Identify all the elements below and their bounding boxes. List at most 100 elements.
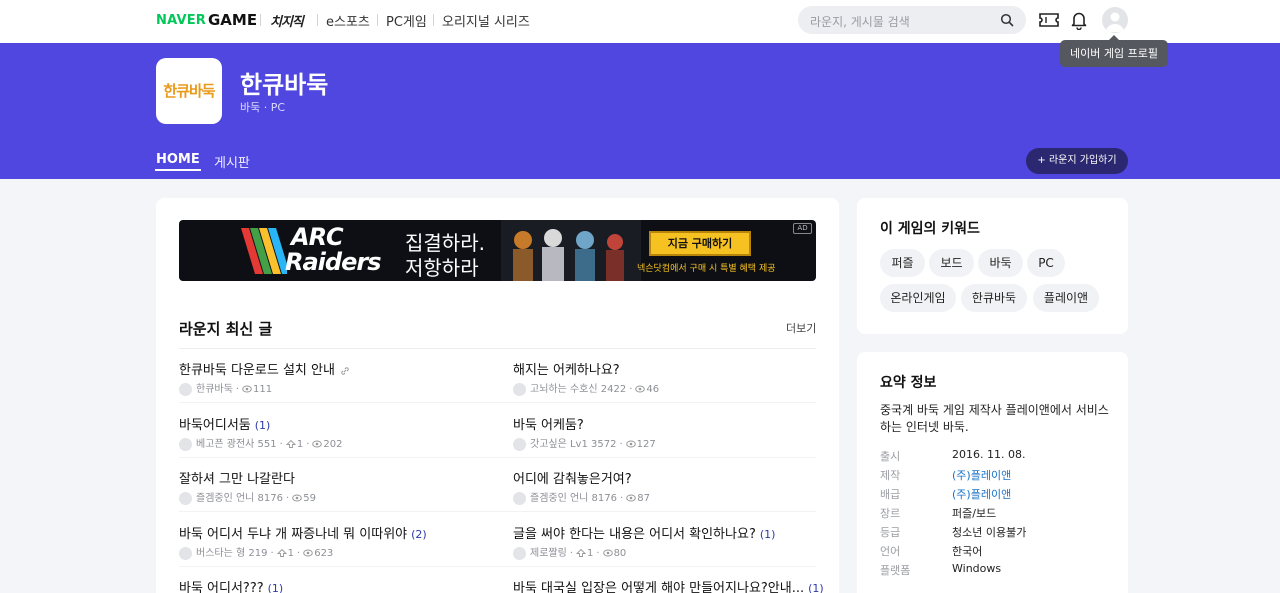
post-title[interactable]: 한큐바둑 다운로드 설치 안내 [179, 363, 335, 378]
post-title[interactable]: 바둑 어디서??? [179, 581, 264, 593]
author-avatar [513, 546, 526, 560]
keyword-chip[interactable]: PC [1027, 249, 1065, 277]
info-key: 배급 [880, 488, 901, 501]
profile-tooltip: 네이버 게임 프로필 [1060, 35, 1168, 67]
keyword-chip[interactable]: 플레이앤 [1033, 284, 1099, 312]
comment-count: (1) [808, 582, 824, 593]
tab-board[interactable]: 게시판 [214, 152, 250, 171]
summary-card: 요약 정보 중국계 바둑 게임 제작사 플레이앤에서 서비스하는 인터넷 바둑.… [857, 352, 1128, 593]
game-subtitle: 바둑 · PC [240, 101, 286, 114]
info-key: 플랫폼 [880, 564, 911, 577]
post-views: 46 [646, 384, 660, 395]
post-item[interactable]: 바둑 대국실 입장은 어떻게 해야 만들어지나요?안내... (1) [513, 577, 824, 593]
info-key: 출시 [880, 450, 901, 463]
author-avatar [179, 491, 192, 505]
keyword-chip[interactable]: 퍼즐 [880, 249, 925, 277]
top-navigation: NAVER GAME 치지직 e스포츠 PC게임 오리지널 시리즈 라운지, 게… [0, 0, 1280, 43]
ticket-icon[interactable] [1038, 11, 1060, 29]
ad-note: 넥슨닷컴에서 구매 시 특별 혜택 제공 [637, 264, 776, 274]
nav-item-chzzk[interactable]: 치지직 [270, 11, 304, 30]
views-icon [635, 385, 646, 393]
info-value: 청소년 이용불가 [952, 526, 1027, 539]
post-item[interactable]: 어디에 감춰놓은거여? 즐겜중인 언니 8176 · 87 [513, 468, 823, 505]
naver-logo[interactable]: NAVER [156, 13, 206, 28]
ad-banner[interactable]: ARC Raiders 집결하라. 저항하라 지금 구매하기 넥슨닷컴에서 구매… [179, 220, 816, 281]
more-link[interactable]: 더보기 [786, 320, 816, 336]
post-author: 고뇌하는 수호신 2422 [530, 384, 627, 395]
post-views: 59 [303, 493, 316, 504]
game-logo[interactable]: GAME [208, 11, 257, 29]
post-views: 80 [613, 548, 627, 559]
post-likes: 1 [296, 439, 304, 450]
ad-badge: AD [793, 223, 812, 234]
comment-count: (1) [759, 528, 776, 541]
search-icon[interactable] [1000, 13, 1014, 27]
link-icon [341, 366, 349, 375]
section-divider [179, 348, 816, 349]
keyword-chip[interactable]: 보드 [929, 249, 974, 277]
profile-avatar[interactable] [1102, 7, 1128, 33]
post-item[interactable]: 잘하셔 그만 나갈란다 즐겜중인 언니 8176 · 59 [179, 468, 489, 505]
join-lounge-button[interactable]: + 라운지 가입하기 [1026, 148, 1128, 174]
comment-count: (1) [267, 582, 284, 593]
comment-count: (1) [254, 419, 271, 432]
post-item[interactable]: 한큐바둑 다운로드 설치 안내 한큐바둑 · 111 [179, 359, 489, 396]
post-author: 베고픈 광전사 551 [196, 439, 277, 450]
nav-item-original-series[interactable]: 오리지널 시리즈 [442, 11, 530, 30]
post-title[interactable]: 바둑 어케둠? [513, 418, 584, 433]
post-author: 갓고싶은 Lv1 3572 [530, 439, 617, 450]
post-title[interactable]: 바둑 어디서 두냐 개 짜증나네 뭐 이따위야 [179, 527, 407, 542]
views-icon [625, 440, 636, 448]
post-title[interactable]: 글을 써야 한다는 내용은 어디서 확인하나요? [513, 527, 756, 542]
views-icon [303, 549, 314, 557]
views-icon [602, 549, 613, 557]
nav-divider [260, 14, 261, 26]
views-icon [626, 494, 637, 502]
ad-buy-button[interactable]: 지금 구매하기 [649, 231, 751, 256]
post-item[interactable]: 바둑어디서둠 (1) 베고픈 광전사 551 · 1 · 202 [179, 414, 489, 451]
info-value: 한국어 [952, 545, 983, 558]
nav-item-esports[interactable]: e스포츠 [326, 11, 370, 30]
publisher-link[interactable]: (주)플레이앤 [952, 486, 1011, 502]
keywords-card: 이 게임의 키워드 퍼즐 보드 바둑 PC 온라인게임 한큐바둑 플레이앤 [857, 198, 1128, 334]
game-title: 한큐바둑 [240, 71, 329, 99]
post-title[interactable]: 바둑 대국실 입장은 어떻게 해야 만들어지나요?안내... [513, 581, 804, 593]
user-icon [1106, 12, 1124, 32]
post-item[interactable]: 글을 써야 한다는 내용은 어디서 확인하나요? (1) 제로짤링 · 1 · 80 [513, 523, 823, 560]
post-views: 87 [637, 493, 650, 504]
post-title[interactable]: 해지는 어케하나요? [513, 363, 620, 378]
post-author: 즐겜중인 언니 8176 [530, 493, 618, 504]
post-author: 한큐바둑 [196, 384, 233, 395]
post-author: 즐겜중인 언니 8176 [196, 493, 284, 504]
keyword-chip[interactable]: 온라인게임 [880, 284, 956, 312]
summary-description: 중국계 바둑 게임 제작사 플레이앤에서 서비스하는 인터넷 바둑. [880, 403, 1109, 434]
search-box[interactable]: 라운지, 게시물 검색 [798, 6, 1026, 34]
post-views: 111 [253, 384, 273, 395]
ad-character-art [501, 220, 641, 281]
post-item[interactable]: 바둑 어디서 두냐 개 짜증나네 뭐 이따위야 (2) 버스타는 형 219 · 1 ·… [179, 523, 489, 560]
row-divider [179, 457, 816, 458]
post-title[interactable]: 어디에 감춰놓은거여? [513, 472, 632, 487]
post-author: 버스타는 형 219 [196, 548, 268, 559]
post-item[interactable]: 바둑 어디서??? (1) [179, 577, 489, 593]
post-item[interactable]: 바둑 어케둠? 갓고싶은 Lv1 3572 · 127 [513, 414, 823, 451]
search-input[interactable]: 라운지, 게시물 검색 [810, 13, 910, 30]
author-avatar [513, 382, 526, 396]
keyword-chip[interactable]: 바둑 [978, 249, 1023, 277]
tab-home[interactable]: HOME [155, 152, 201, 171]
post-likes: 1 [587, 548, 594, 559]
post-title[interactable]: 잘하셔 그만 나갈란다 [179, 472, 295, 487]
post-views: 623 [314, 548, 334, 559]
developer-link[interactable]: (주)플레이앤 [952, 467, 1011, 483]
nav-divider [433, 14, 434, 26]
info-key: 언어 [880, 545, 901, 558]
nav-item-pcgame[interactable]: PC게임 [386, 11, 427, 30]
post-views: 202 [323, 439, 343, 450]
summary-title: 요약 정보 [880, 375, 937, 391]
post-title[interactable]: 바둑어디서둠 [179, 418, 251, 433]
info-value: Windows [952, 562, 1002, 575]
keyword-chip[interactable]: 한큐바둑 [961, 284, 1027, 312]
bell-icon[interactable] [1070, 10, 1088, 30]
nav-divider [377, 14, 378, 26]
post-item[interactable]: 해지는 어케하나요? 고뇌하는 수호신 2422 · 46 [513, 359, 823, 396]
